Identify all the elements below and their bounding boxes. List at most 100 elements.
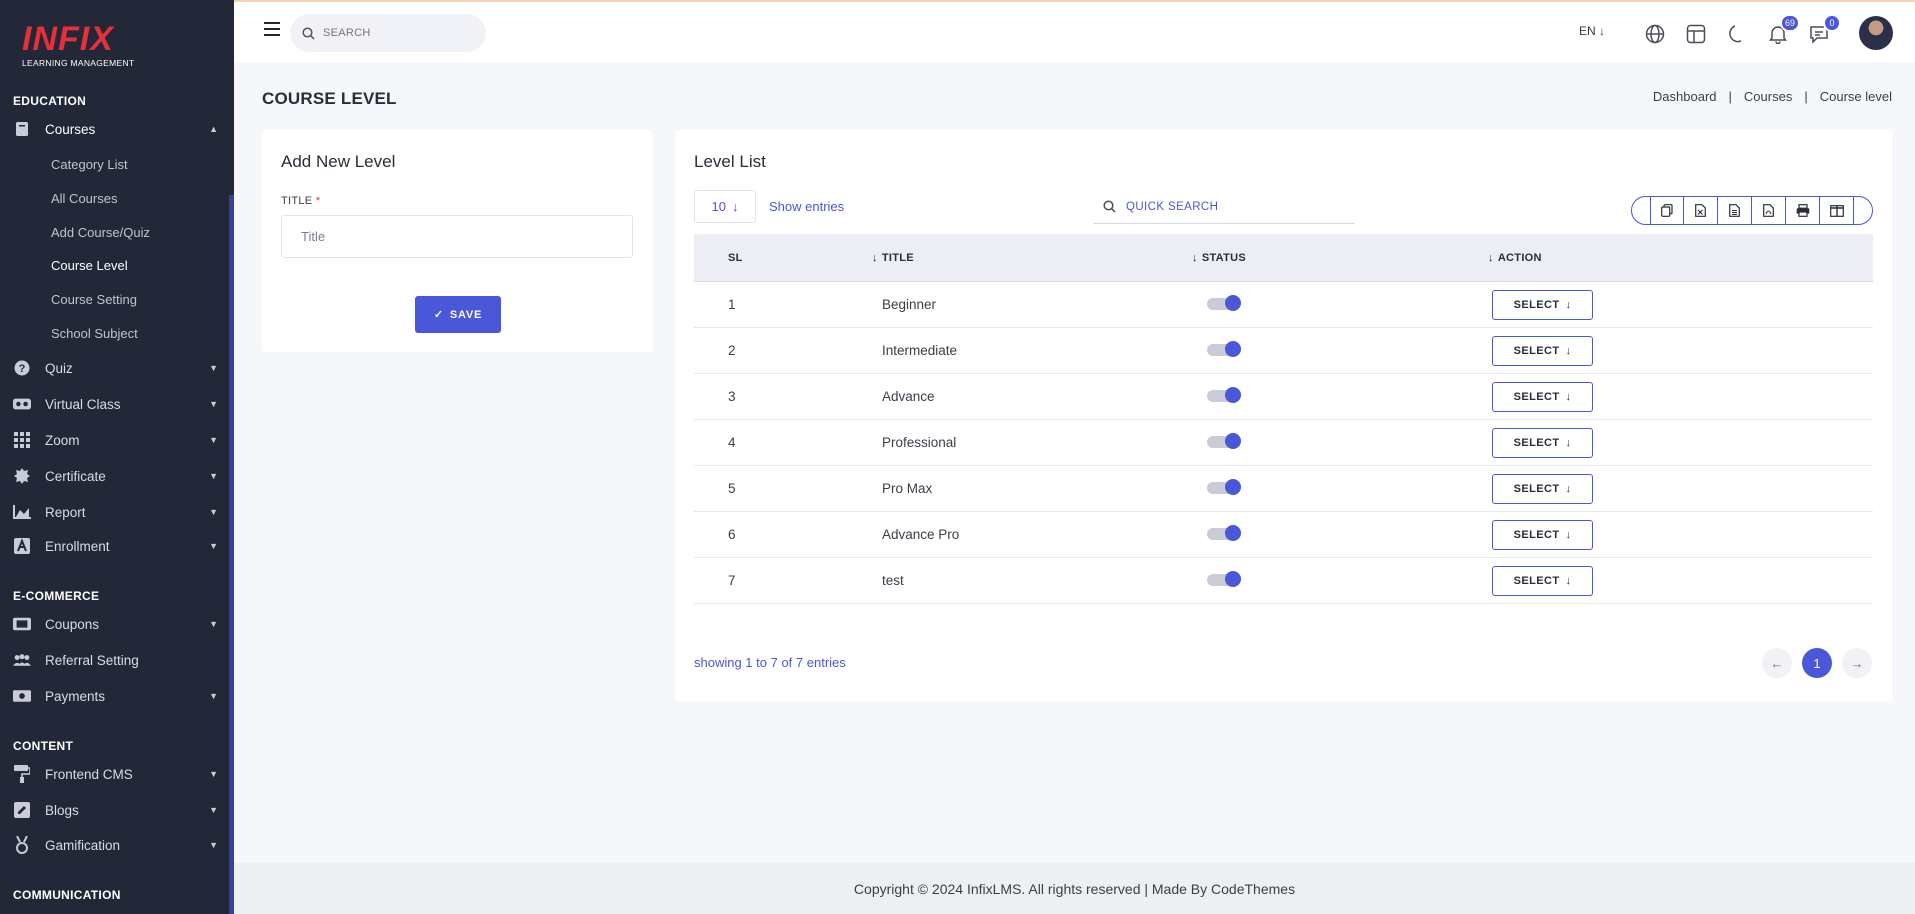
sidebar-item-label: Frontend CMS — [45, 766, 133, 782]
row-title: Professional — [882, 435, 957, 450]
pagination: ← 1 → — [1762, 648, 1872, 678]
sidebar-item-label: Quiz — [45, 360, 73, 376]
save-button[interactable]: ✓ SAVE — [415, 296, 501, 333]
svg-text:?: ? — [19, 363, 26, 375]
entries-value: 10 — [711, 199, 726, 214]
sidebar-item-report[interactable]: Report ▼ — [13, 500, 218, 524]
sidebar-scrollbar[interactable] — [229, 195, 234, 914]
language-select[interactable]: EN ↓ — [1579, 24, 1605, 38]
status-toggle[interactable] — [1207, 340, 1241, 358]
sidebar-sub-category-list[interactable]: Category List — [51, 157, 128, 172]
ticket-icon — [13, 615, 31, 633]
show-entries-label: Show entries — [769, 199, 845, 214]
status-toggle[interactable] — [1207, 386, 1241, 404]
row-sl: 6 — [728, 527, 736, 542]
sidebar-item-gamification[interactable]: Gamification ▼ — [13, 833, 218, 857]
pdf-file-icon[interactable] — [1752, 197, 1786, 224]
sidebar-item-courses[interactable]: Courses ▲ — [13, 117, 218, 141]
dark-mode-icon[interactable] — [1725, 22, 1749, 46]
quick-search[interactable] — [1093, 190, 1355, 224]
chevron-down-icon: ▼ — [209, 435, 218, 445]
sidebar-sub-all-courses[interactable]: All Courses — [51, 191, 117, 206]
row-title: Pro Max — [882, 481, 933, 496]
col-sl[interactable]: SL — [694, 252, 874, 264]
quick-search-input[interactable] — [1126, 200, 1346, 213]
col-title[interactable]: ↓ TITLE — [872, 252, 1192, 264]
sort-arrow-icon: ↓ — [1192, 251, 1198, 264]
menu-toggle-icon[interactable] — [264, 22, 280, 36]
sidebar-sub-course-setting[interactable]: Course Setting — [51, 292, 137, 307]
sidebar-item-referral-setting[interactable]: Referral Setting — [13, 648, 218, 672]
add-level-title: Add New Level — [281, 152, 396, 171]
sidebar-item-payments[interactable]: Payments ▼ — [13, 684, 218, 708]
search-input[interactable] — [323, 27, 463, 39]
sidebar-item-certificate[interactable]: Certificate ▼ — [13, 464, 218, 488]
status-toggle[interactable] — [1207, 432, 1241, 450]
breadcrumb-courses[interactable]: Courses — [1744, 89, 1792, 104]
excel-file-icon[interactable] — [1684, 197, 1718, 224]
chevron-down-icon: ▼ — [209, 691, 218, 701]
next-page-icon[interactable]: → — [1842, 648, 1872, 678]
col-action-label: ACTION — [1497, 251, 1542, 264]
action-select-button[interactable]: SELECT ↓ — [1492, 289, 1593, 320]
search-icon — [1103, 200, 1116, 213]
breadcrumb-current: Course level — [1819, 89, 1892, 104]
breadcrumb-dashboard[interactable]: Dashboard — [1653, 89, 1717, 104]
level-table: SL ↓ TITLE ↓ STATUS ↓ ACTION 1 Beginner SEL… — [694, 234, 1873, 604]
action-select-button[interactable]: SELECT ↓ — [1492, 427, 1593, 458]
table-row: 5 Pro Max SELECT ↓ — [694, 466, 1873, 512]
action-select-button[interactable]: SELECT ↓ — [1492, 335, 1593, 366]
sidebar-item-blogs[interactable]: Blogs ▼ — [13, 798, 218, 822]
status-toggle[interactable] — [1207, 478, 1241, 496]
row-title: Advance Pro — [882, 527, 960, 542]
status-toggle[interactable] — [1207, 294, 1241, 312]
sidebar-item-frontend-cms[interactable]: Frontend CMS ▼ — [13, 762, 218, 786]
notification-bell-icon[interactable]: 69 — [1766, 14, 1800, 46]
table-row: 4 Professional SELECT ↓ — [694, 420, 1873, 466]
chevron-down-icon: ▼ — [209, 363, 218, 373]
footer: Copyright © 2024 InfixLMS. All rights re… — [234, 863, 1915, 914]
action-select-button[interactable]: SELECT ↓ — [1492, 473, 1593, 504]
logo-tagline: LEARNING MANAGEMENT — [22, 58, 135, 68]
sidebar-sub-course-level[interactable]: Course Level — [51, 258, 128, 273]
chevron-down-icon: ▼ — [209, 507, 218, 517]
status-toggle[interactable] — [1207, 524, 1241, 542]
entries-per-page-select[interactable]: 10 ↓ — [694, 190, 756, 223]
print-icon[interactable] — [1786, 197, 1820, 224]
action-label: SELECT — [1513, 482, 1560, 495]
col-status[interactable]: ↓ STATUS — [1192, 252, 1488, 264]
action-select-button[interactable]: SELECT ↓ — [1492, 565, 1593, 596]
action-select-button[interactable]: SELECT ↓ — [1492, 381, 1593, 412]
prev-page-icon[interactable]: ← — [1762, 648, 1792, 678]
sidebar-item-enrollment[interactable]: Enrollment ▼ — [13, 534, 218, 558]
sidebar-item-quiz[interactable]: ? Quiz ▼ — [13, 356, 218, 380]
table-row: 6 Advance Pro SELECT ↓ — [694, 512, 1873, 558]
level-title-input[interactable] — [281, 215, 633, 258]
sidebar-item-virtual-class[interactable]: Virtual Class ▼ — [13, 392, 218, 416]
pagination-info: showing 1 to 7 of 7 entries — [694, 655, 846, 670]
csv-file-icon[interactable] — [1718, 197, 1752, 224]
copy-icon[interactable] — [1650, 197, 1684, 224]
arrow-down-icon: ↓ — [1565, 390, 1572, 403]
sort-arrow-icon: ↓ — [1488, 251, 1494, 264]
col-action[interactable]: ↓ ACTION — [1488, 252, 1873, 264]
sidebar-item-zoom[interactable]: Zoom ▼ — [13, 428, 218, 452]
columns-icon[interactable] — [1820, 197, 1854, 224]
brand-logo[interactable]: INFIX LEARNING MANAGEMENT — [22, 22, 134, 68]
medal-icon — [13, 836, 31, 854]
layout-icon[interactable] — [1684, 22, 1708, 46]
page-number[interactable]: 1 — [1802, 648, 1832, 678]
sidebar-sub-school-subject[interactable]: School Subject — [51, 326, 138, 341]
action-label: SELECT — [1513, 390, 1560, 403]
sidebar-item-label: Enrollment — [45, 538, 110, 554]
message-icon[interactable]: 0 — [1807, 14, 1841, 46]
sidebar-sub-add-course[interactable]: Add Course/Quiz — [51, 225, 150, 240]
globe-icon[interactable] — [1643, 22, 1667, 46]
sidebar-item-coupons[interactable]: Coupons ▼ — [13, 612, 218, 636]
avatar[interactable] — [1859, 16, 1893, 50]
edit-icon — [13, 801, 31, 819]
global-search[interactable] — [290, 14, 486, 52]
status-toggle[interactable] — [1207, 570, 1241, 588]
action-select-button[interactable]: SELECT ↓ — [1492, 519, 1593, 550]
copyright-text: Copyright © 2024 InfixLMS. All rights re… — [853, 880, 1296, 897]
